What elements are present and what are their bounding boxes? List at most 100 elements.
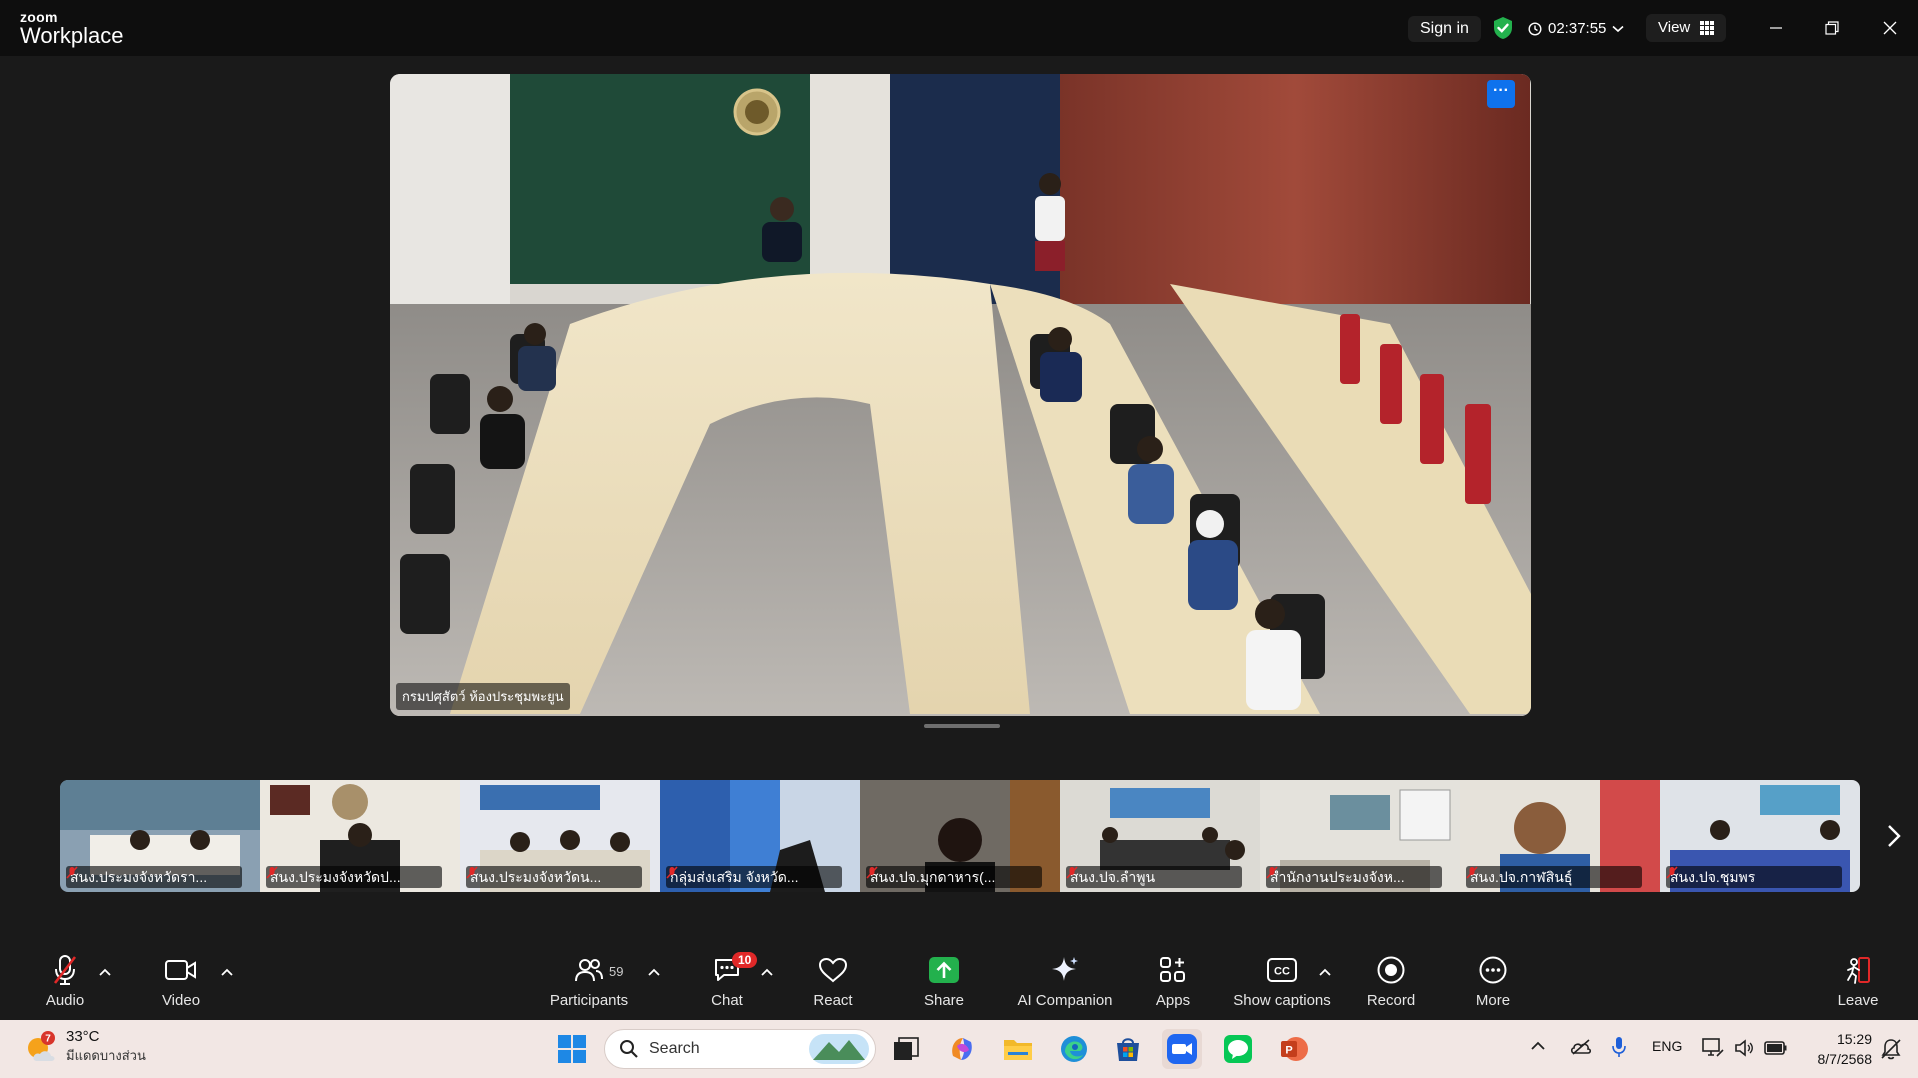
windows-logo-icon [558, 1035, 586, 1063]
edge-icon [1061, 1036, 1087, 1062]
chat-unread-badge: 10 [732, 952, 758, 968]
start-button[interactable] [552, 1029, 592, 1069]
sign-in-button[interactable]: Sign in [1408, 16, 1481, 42]
record-icon [1377, 956, 1405, 984]
participant-name: กลุ่มส่งเสริม จังหวัด... [666, 866, 842, 888]
show-captions-label: Show captions [1233, 992, 1331, 1009]
participant-thumbnail[interactable]: กลุ่มส่งเสริม จังหวัด... [660, 780, 860, 892]
participant-thumbnail[interactable]: สนง.ปจ.ชุมพร [1660, 780, 1860, 892]
react-label: React [813, 992, 853, 1009]
participant-thumbnail[interactable]: สนง.ปจ.มุกดาหาร(... [860, 780, 1060, 892]
meeting-timer[interactable]: 02:37:55 [1528, 16, 1624, 42]
next-page-button[interactable] [1882, 818, 1906, 854]
more-label: More [1475, 992, 1511, 1009]
restore-button[interactable] [1818, 14, 1846, 42]
active-speaker-video[interactable]: กรมปศุสัตว์ ห้องประชุมพะยูน ··· [390, 74, 1531, 716]
mic-muted-icon [866, 866, 878, 879]
zoom-logo: zoom Workplace [20, 10, 124, 47]
participant-thumbnail[interactable]: สนง.ประมงจังหวัดน... [460, 780, 660, 892]
edge-browser-app[interactable] [1054, 1029, 1094, 1069]
close-button[interactable] [1876, 14, 1904, 42]
close-icon [1883, 21, 1897, 35]
participant-name-text: กลุ่มส่งเสริม จังหวัด... [670, 869, 799, 885]
copilot-app[interactable] [942, 1029, 982, 1069]
participants-options-caret-icon[interactable] [647, 966, 661, 978]
microphone-icon[interactable] [1612, 1036, 1626, 1058]
weather-temperature: 33°C [66, 1028, 100, 1045]
taskbar-search-box[interactable]: Search [604, 1029, 876, 1069]
task-view-button[interactable] [886, 1029, 926, 1069]
zoom-window: zoom Workplace Sign in 02:37:55 View กรม… [0, 0, 1918, 1078]
show-captions-button[interactable]: CC Show captions [1226, 952, 1338, 1014]
react-button[interactable]: React [778, 952, 888, 1014]
chat-button[interactable]: Chat [672, 952, 782, 1014]
grid-icon [1700, 21, 1715, 35]
folder-icon [1004, 1040, 1032, 1060]
panel-resize-handle[interactable] [924, 724, 1000, 728]
search-highlight-landscape-icon [809, 1034, 869, 1064]
encryption-shield-icon[interactable] [1492, 16, 1514, 40]
zoom-app[interactable] [1162, 1029, 1202, 1069]
video-options-caret-icon[interactable] [220, 966, 234, 978]
powerpoint-app[interactable]: P [1274, 1029, 1314, 1069]
participant-thumbnail[interactable]: สำนักงานประมงจังห... [1260, 780, 1460, 892]
participant-thumbnail[interactable]: สนง.ประมงจังหวัดรา... [60, 780, 260, 892]
share-button[interactable]: Share [889, 952, 999, 1014]
brand-top: zoom [20, 9, 58, 25]
participants-label: Participants [549, 992, 629, 1009]
participant-thumbnail[interactable]: สนง.ปจ.ลำพูน [1060, 780, 1260, 892]
chevron-right-icon [1888, 825, 1901, 847]
file-explorer-app[interactable] [998, 1029, 1038, 1069]
powerpoint-icon: P [1281, 1037, 1308, 1061]
leave-button[interactable]: Leave [1802, 952, 1914, 1014]
apps-icon [1160, 957, 1185, 982]
video-button[interactable]: Video [126, 952, 236, 1014]
view-button[interactable]: View [1646, 14, 1727, 42]
participant-name-text: สนง.ประมงจังหวัดรา... [70, 869, 208, 885]
apps-button[interactable]: Apps [1118, 952, 1228, 1014]
mic-muted-icon [1666, 866, 1678, 879]
timer-text: 02:37:55 [1548, 20, 1607, 37]
clock-icon [1528, 22, 1542, 36]
ai-companion-button[interactable]: AI Companion [1010, 952, 1120, 1014]
task-view-icon [894, 1037, 919, 1060]
more-button[interactable]: More [1438, 952, 1548, 1014]
microsoft-store-app[interactable] [1108, 1029, 1148, 1069]
ai-companion-label: AI Companion [1017, 992, 1113, 1009]
system-clock[interactable]: 15:29 8/7/2568 [1802, 1029, 1873, 1069]
participant-name: สนง.ประมงจังหวัดป... [266, 866, 442, 888]
chat-options-caret-icon[interactable] [760, 966, 774, 978]
participant-name-text: สนง.ปจ.ชุมพร [1670, 869, 1756, 885]
video-options-button[interactable]: ··· [1487, 80, 1515, 108]
show-hidden-icons-chevron-icon[interactable] [1530, 1040, 1546, 1052]
participants-button[interactable]: Participants [534, 952, 644, 1014]
onedrive-cloud-icon[interactable] [1570, 1038, 1592, 1056]
store-icon [1117, 1038, 1139, 1061]
audio-button[interactable]: Audio [10, 952, 120, 1014]
record-button[interactable]: Record [1336, 952, 1446, 1014]
captions-options-caret-icon[interactable] [1318, 966, 1332, 978]
search-icon [620, 1040, 638, 1058]
record-label: Record [1366, 992, 1416, 1009]
battery-charging-icon[interactable] [1764, 1040, 1788, 1056]
svg-text:CC: CC [1274, 966, 1290, 978]
audio-options-caret-icon[interactable] [98, 966, 112, 978]
notifications-bell-icon[interactable] [1880, 1038, 1902, 1060]
participant-name-text: สนง.ประมงจังหวัดน... [470, 869, 602, 885]
minimize-button[interactable] [1762, 14, 1790, 42]
clock-time: 15:29 [1836, 1031, 1872, 1047]
participant-name: สนง.ประมงจังหวัดน... [466, 866, 642, 888]
participant-thumbnail[interactable]: สนง.ปจ.กาฬสินธุ์ [1460, 780, 1660, 892]
network-icon[interactable] [1702, 1038, 1724, 1058]
volume-icon[interactable] [1734, 1038, 1754, 1058]
heart-icon [818, 957, 848, 983]
weather-sun-icon: 7 [28, 1031, 55, 1061]
weather-widget[interactable]: 7 33°C มีแดดบางส่วน [24, 1028, 146, 1066]
mic-muted-icon [266, 866, 278, 879]
line-icon [1224, 1035, 1252, 1063]
line-app[interactable] [1218, 1029, 1258, 1069]
input-language-indicator[interactable]: ENG [1652, 1038, 1682, 1054]
share-label: Share [923, 992, 965, 1009]
brand-bottom: Workplace [20, 23, 124, 48]
participant-thumbnail[interactable]: สนง.ประมงจังหวัดป... [260, 780, 460, 892]
